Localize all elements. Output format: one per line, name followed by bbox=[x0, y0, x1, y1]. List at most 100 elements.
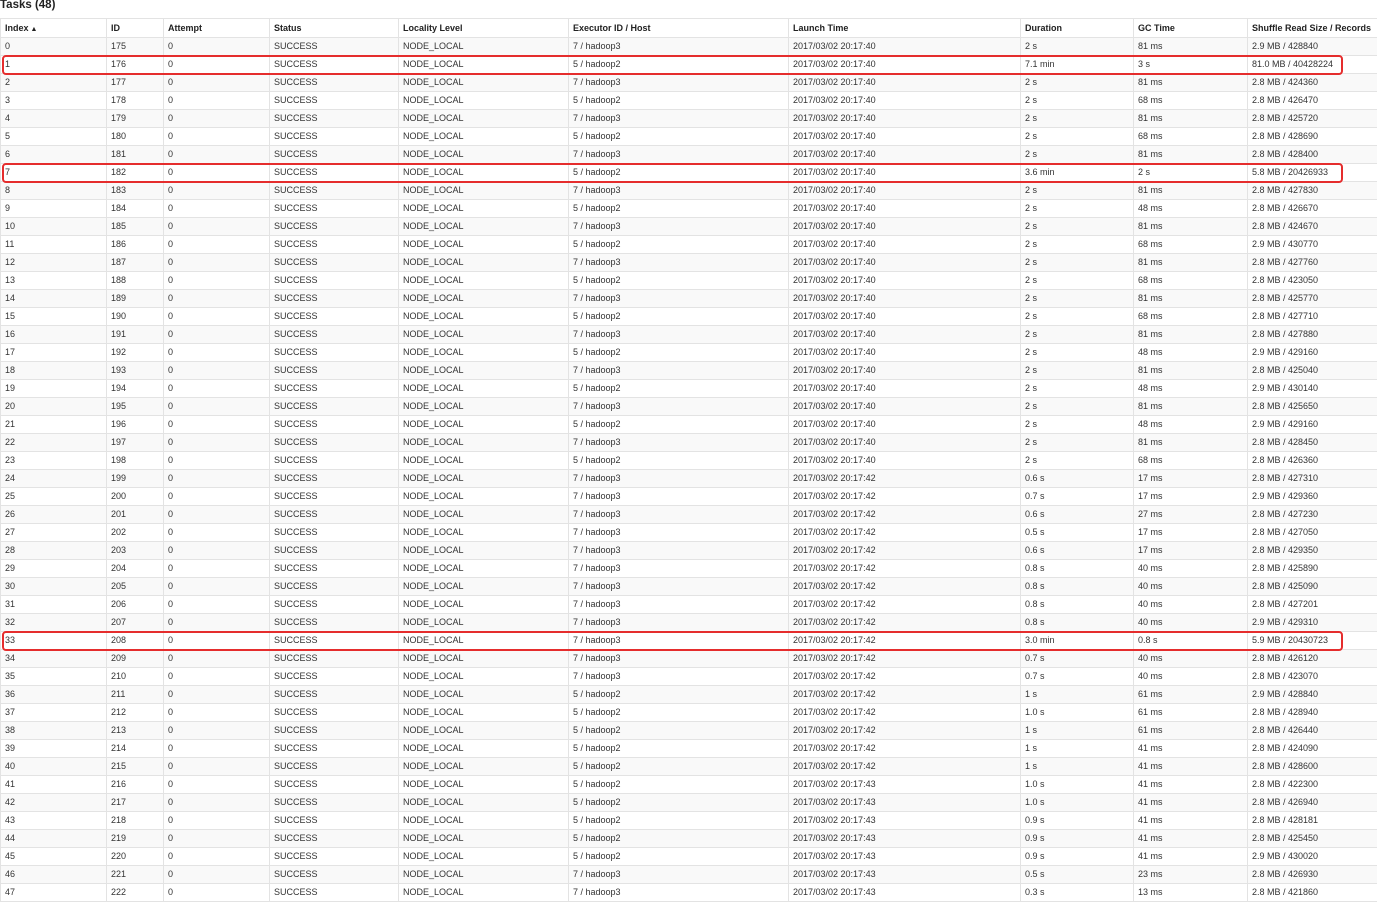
table-row: 36 211 0 SUCCESS NODE_LOCAL 5 / hadoop2 2017/0… bbox=[0, 685, 1377, 704]
column-header-status[interactable]: Status bbox=[269, 18, 399, 38]
cell-attempt: 0 bbox=[163, 127, 270, 146]
cell-gc-time: 17 ms bbox=[1133, 469, 1248, 488]
cell-status: SUCCESS bbox=[269, 73, 399, 92]
cell-executor: 7 / hadoop3 bbox=[568, 325, 789, 344]
page-title: Tasks (48) bbox=[0, 0, 56, 11]
cell-gc-time: 81 ms bbox=[1133, 325, 1248, 344]
cell-locality: NODE_LOCAL bbox=[398, 145, 569, 164]
cell-attempt: 0 bbox=[163, 775, 270, 794]
cell-launch-time: 2017/03/02 20:17:43 bbox=[788, 829, 1021, 848]
column-header-duration[interactable]: Duration bbox=[1020, 18, 1134, 38]
table-row: 0 175 0 SUCCESS NODE_LOCAL 7 / hadoop3 2017/03… bbox=[0, 37, 1377, 56]
column-header-gc-time[interactable]: GC Time bbox=[1133, 18, 1248, 38]
cell-launch-time: 2017/03/02 20:17:40 bbox=[788, 127, 1021, 146]
cell-gc-time: 61 ms bbox=[1133, 703, 1248, 722]
cell-gc-time: 81 ms bbox=[1133, 73, 1248, 92]
cell-locality: NODE_LOCAL bbox=[398, 649, 569, 668]
cell-locality: NODE_LOCAL bbox=[398, 505, 569, 524]
table-row: 38 213 0 SUCCESS NODE_LOCAL 5 / hadoop2 2017/0… bbox=[0, 721, 1377, 740]
cell-locality: NODE_LOCAL bbox=[398, 721, 569, 740]
cell-duration: 1 s bbox=[1020, 757, 1134, 776]
cell-gc-time: 13 ms bbox=[1133, 883, 1248, 902]
cell-index: 16 bbox=[0, 325, 107, 344]
cell-executor: 5 / hadoop2 bbox=[568, 415, 789, 434]
cell-executor: 5 / hadoop2 bbox=[568, 793, 789, 812]
cell-shuffle-read: 2.8 MB / 426670 bbox=[1247, 199, 1377, 218]
cell-index: 46 bbox=[0, 865, 107, 884]
cell-id: 178 bbox=[106, 91, 164, 110]
cell-duration: 0.3 s bbox=[1020, 883, 1134, 902]
cell-attempt: 0 bbox=[163, 433, 270, 452]
cell-shuffle-read: 2.8 MB / 426470 bbox=[1247, 91, 1377, 110]
cell-shuffle-read: 2.8 MB / 428690 bbox=[1247, 127, 1377, 146]
cell-shuffle-read: 2.8 MB / 425450 bbox=[1247, 829, 1377, 848]
cell-locality: NODE_LOCAL bbox=[398, 487, 569, 506]
cell-index: 21 bbox=[0, 415, 107, 434]
table-row: 40 215 0 SUCCESS NODE_LOCAL 5 / hadoop2 2017/0… bbox=[0, 757, 1377, 776]
cell-shuffle-read: 2.8 MB / 423050 bbox=[1247, 271, 1377, 290]
cell-launch-time: 2017/03/02 20:17:40 bbox=[788, 199, 1021, 218]
cell-launch-time: 2017/03/02 20:17:40 bbox=[788, 37, 1021, 56]
cell-shuffle-read: 2.8 MB / 428450 bbox=[1247, 433, 1377, 452]
cell-index: 43 bbox=[0, 811, 107, 830]
cell-locality: NODE_LOCAL bbox=[398, 415, 569, 434]
cell-executor: 5 / hadoop2 bbox=[568, 775, 789, 794]
table-row: 28 203 0 SUCCESS NODE_LOCAL 7 / hadoop3 2017/0… bbox=[0, 541, 1377, 560]
column-header-shuffle-read[interactable]: Shuffle Read Size / Records bbox=[1247, 18, 1377, 38]
cell-id: 207 bbox=[106, 613, 164, 632]
cell-launch-time: 2017/03/02 20:17:40 bbox=[788, 253, 1021, 272]
cell-locality: NODE_LOCAL bbox=[398, 37, 569, 56]
cell-gc-time: 81 ms bbox=[1133, 361, 1248, 380]
cell-attempt: 0 bbox=[163, 685, 270, 704]
cell-index: 36 bbox=[0, 685, 107, 704]
column-header-launch-time[interactable]: Launch Time bbox=[788, 18, 1021, 38]
cell-shuffle-read: 2.8 MB / 425720 bbox=[1247, 109, 1377, 128]
cell-status: SUCCESS bbox=[269, 739, 399, 758]
cell-status: SUCCESS bbox=[269, 829, 399, 848]
table-row: 35 210 0 SUCCESS NODE_LOCAL 7 / hadoop3 2017/0… bbox=[0, 667, 1377, 686]
cell-launch-time: 2017/03/02 20:17:42 bbox=[788, 595, 1021, 614]
cell-executor: 7 / hadoop3 bbox=[568, 505, 789, 524]
cell-shuffle-read: 2.8 MB / 427830 bbox=[1247, 181, 1377, 200]
cell-duration: 0.6 s bbox=[1020, 469, 1134, 488]
table-row: 19 194 0 SUCCESS NODE_LOCAL 5 / hadoop2 2017/0… bbox=[0, 379, 1377, 398]
cell-shuffle-read: 2.8 MB / 425890 bbox=[1247, 559, 1377, 578]
cell-index: 27 bbox=[0, 523, 107, 542]
table-row: 27 202 0 SUCCESS NODE_LOCAL 7 / hadoop3 2017/0… bbox=[0, 523, 1377, 542]
cell-executor: 7 / hadoop3 bbox=[568, 577, 789, 596]
cell-status: SUCCESS bbox=[269, 379, 399, 398]
cell-executor: 7 / hadoop3 bbox=[568, 649, 789, 668]
cell-id: 209 bbox=[106, 649, 164, 668]
column-header-index[interactable]: Index ▲ bbox=[0, 18, 107, 38]
cell-index: 12 bbox=[0, 253, 107, 272]
column-header-executor-host[interactable]: Executor ID / Host bbox=[568, 18, 789, 38]
cell-id: 188 bbox=[106, 271, 164, 290]
cell-locality: NODE_LOCAL bbox=[398, 271, 569, 290]
cell-status: SUCCESS bbox=[269, 721, 399, 740]
cell-id: 206 bbox=[106, 595, 164, 614]
cell-id: 183 bbox=[106, 181, 164, 200]
column-header-id[interactable]: ID bbox=[106, 18, 164, 38]
cell-attempt: 0 bbox=[163, 559, 270, 578]
column-header-locality-level[interactable]: Locality Level bbox=[398, 18, 569, 38]
cell-locality: NODE_LOCAL bbox=[398, 199, 569, 218]
cell-index: 6 bbox=[0, 145, 107, 164]
table-row: 45 220 0 SUCCESS NODE_LOCAL 5 / hadoop2 2017/0… bbox=[0, 847, 1377, 866]
column-header-attempt[interactable]: Attempt bbox=[163, 18, 270, 38]
cell-duration: 2 s bbox=[1020, 343, 1134, 362]
cell-shuffle-read: 2.9 MB / 428840 bbox=[1247, 685, 1377, 704]
cell-shuffle-read: 2.9 MB / 430140 bbox=[1247, 379, 1377, 398]
cell-executor: 7 / hadoop3 bbox=[568, 541, 789, 560]
cell-launch-time: 2017/03/02 20:17:40 bbox=[788, 73, 1021, 92]
cell-shuffle-read: 2.8 MB / 425770 bbox=[1247, 289, 1377, 308]
cell-attempt: 0 bbox=[163, 217, 270, 236]
cell-shuffle-read: 2.8 MB / 425650 bbox=[1247, 397, 1377, 416]
cell-executor: 5 / hadoop2 bbox=[568, 685, 789, 704]
cell-launch-time: 2017/03/02 20:17:42 bbox=[788, 541, 1021, 560]
cell-duration: 1.0 s bbox=[1020, 703, 1134, 722]
cell-shuffle-read: 2.8 MB / 421860 bbox=[1247, 883, 1377, 902]
cell-shuffle-read: 2.9 MB / 429160 bbox=[1247, 415, 1377, 434]
cell-gc-time: 40 ms bbox=[1133, 613, 1248, 632]
cell-duration: 7.1 min bbox=[1020, 55, 1134, 74]
table-row: 31 206 0 SUCCESS NODE_LOCAL 7 / hadoop3 2017/0… bbox=[0, 595, 1377, 614]
